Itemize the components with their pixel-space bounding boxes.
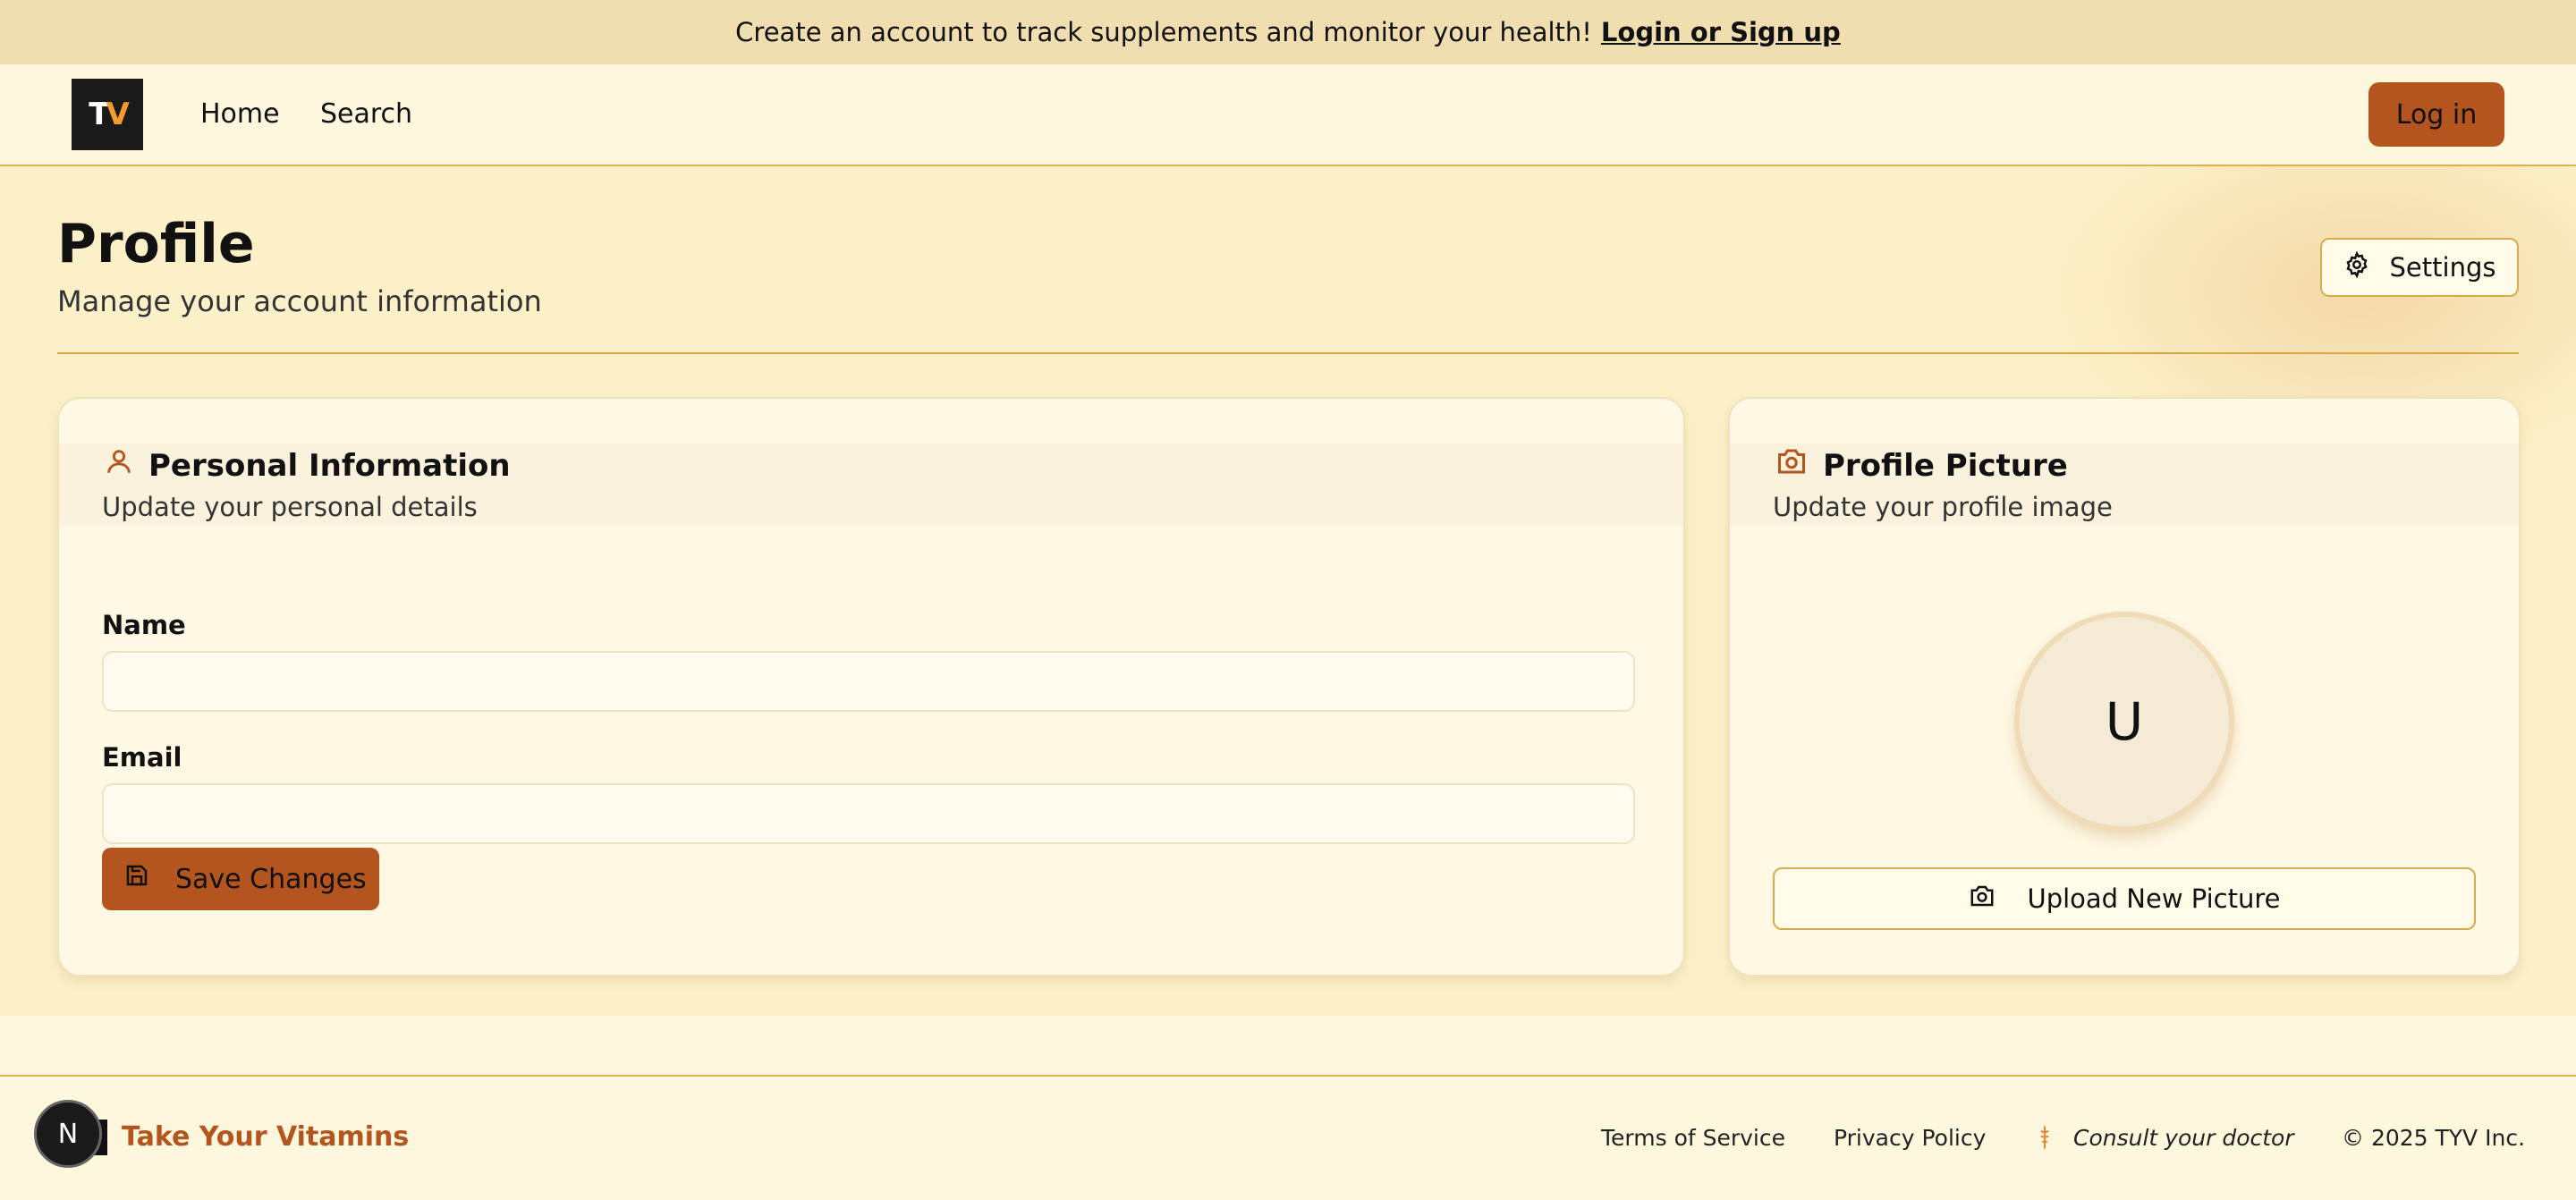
gear-icon bbox=[2343, 250, 2370, 284]
name-field[interactable] bbox=[102, 651, 1635, 712]
top-banner: Create an account to track supplements a… bbox=[0, 0, 2576, 64]
name-label: Name bbox=[102, 610, 186, 640]
email-label: Email bbox=[102, 742, 182, 773]
profile-picture-desc: Update your profile image bbox=[1773, 492, 2113, 522]
user-icon bbox=[104, 445, 134, 486]
personal-info-desc: Update your personal details bbox=[102, 492, 478, 522]
avatar: U bbox=[2014, 612, 2234, 832]
login-signup-link[interactable]: Login or Sign up bbox=[1601, 17, 1841, 47]
n-badge[interactable]: N bbox=[34, 1100, 102, 1168]
save-changes-label: Save Changes bbox=[175, 863, 367, 895]
camera-icon bbox=[1968, 883, 1996, 916]
email-field[interactable] bbox=[102, 783, 1635, 844]
page-subtitle: Manage your account information bbox=[57, 284, 542, 318]
personal-info-title: Personal Information bbox=[148, 447, 511, 484]
profile-picture-title: Profile Picture bbox=[1823, 447, 2068, 484]
caduceus-icon bbox=[2038, 1125, 2052, 1155]
header-divider bbox=[57, 352, 2519, 354]
profile-picture-heading: Profile Picture bbox=[1775, 445, 2068, 486]
settings-label: Settings bbox=[2389, 252, 2496, 283]
page-title: Profile bbox=[57, 213, 255, 275]
copyright: © 2025 TYV Inc. bbox=[2342, 1125, 2526, 1151]
upload-picture-label: Upload New Picture bbox=[2027, 883, 2281, 914]
save-icon bbox=[123, 862, 150, 896]
main-content: Profile Manage your account information … bbox=[0, 166, 2576, 1016]
banner-text: Create an account to track supplements a… bbox=[735, 17, 1592, 47]
nav-home-link[interactable]: Home bbox=[200, 98, 280, 130]
camera-icon bbox=[1775, 445, 1809, 486]
footer-brand[interactable]: Take Your Vitamins bbox=[122, 1121, 409, 1153]
footer: N Take Your Vitamins Terms of Service Pr… bbox=[0, 1075, 2576, 1200]
privacy-link[interactable]: Privacy Policy bbox=[1834, 1125, 1986, 1151]
save-changes-button[interactable]: Save Changes bbox=[102, 848, 379, 910]
settings-button[interactable]: Settings bbox=[2320, 238, 2519, 297]
tyv-logo[interactable]: TV bbox=[72, 79, 143, 150]
nav-search-link[interactable]: Search bbox=[320, 98, 412, 130]
consult-doctor-note: Consult your doctor bbox=[2073, 1125, 2294, 1151]
personal-info-heading: Personal Information bbox=[104, 445, 511, 486]
personal-info-card: Personal Information Update your persona… bbox=[57, 397, 1685, 976]
terms-link[interactable]: Terms of Service bbox=[1601, 1125, 1785, 1151]
upload-picture-button[interactable]: Upload New Picture bbox=[1773, 867, 2476, 930]
login-button[interactable]: Log in bbox=[2368, 82, 2504, 147]
profile-picture-card: Profile Picture Update your profile imag… bbox=[1728, 397, 2521, 976]
top-nav: TV Home Search Log in bbox=[0, 64, 2576, 166]
